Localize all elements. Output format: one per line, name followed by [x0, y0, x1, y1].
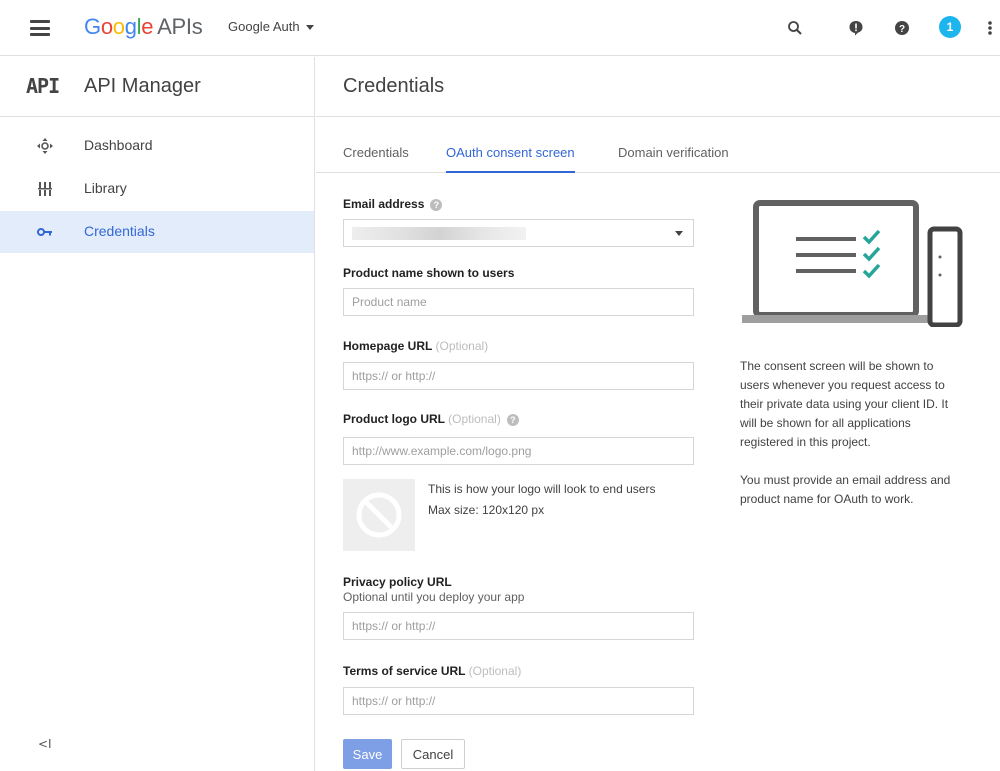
save-button[interactable]: Save	[343, 739, 392, 769]
redacted-email-value	[352, 227, 526, 240]
product-logo-url-label-text: Product logo URL	[343, 412, 445, 426]
page-title: Credentials	[343, 75, 445, 97]
google-apis-logo[interactable]: Google APIs	[84, 14, 203, 40]
feedback-icon[interactable]	[844, 14, 868, 42]
hamburger-menu-icon[interactable]	[30, 20, 50, 36]
project-selector[interactable]: Google Auth	[228, 19, 314, 34]
privacy-policy-input[interactable]: https:// or http://	[343, 612, 694, 640]
homepage-url-label: Homepage URL (Optional)	[343, 339, 488, 353]
email-label: Email address?	[343, 197, 443, 211]
caret-down-icon	[675, 231, 683, 236]
key-icon	[36, 223, 54, 241]
sidebar-item-label: Dashboard	[84, 137, 153, 153]
api-logo: API	[26, 74, 60, 98]
optional-hint: (Optional)	[435, 339, 489, 353]
homepage-url-label-text: Homepage URL	[343, 339, 433, 353]
privacy-policy-sublabel: Optional until you deploy your app	[343, 590, 525, 604]
top-bar: Google APIs Google Auth ? 1	[0, 0, 1000, 56]
logo-letter: o	[100, 14, 113, 39]
main-content: Credentials Credentials OAuth consent sc…	[316, 57, 1000, 771]
page-header: Credentials	[316, 57, 1000, 117]
tab-bar: Credentials OAuth consent screen Domain …	[316, 117, 1000, 173]
logo-letter: e	[141, 14, 154, 39]
consent-screen-illustration	[740, 197, 984, 328]
no-logo-icon	[356, 492, 402, 538]
help-icon[interactable]: ?	[430, 198, 443, 211]
terms-of-service-label-text: Terms of service URL	[343, 664, 466, 678]
sidebar-item-label: Library	[84, 180, 127, 196]
optional-hint: (Optional)	[468, 664, 522, 678]
logo-note: This is how your logo will look to end u…	[428, 479, 655, 521]
logo-note-line: This is how your logo will look to end u…	[428, 482, 656, 496]
more-vert-icon[interactable]	[984, 14, 996, 42]
tab-oauth-consent-screen[interactable]: OAuth consent screen	[446, 145, 575, 173]
dashboard-icon	[36, 137, 54, 155]
sidebar-item-credentials[interactable]: Credentials	[0, 211, 314, 253]
help-icon[interactable]: ?	[506, 413, 519, 426]
sidebar-title: API Manager	[84, 75, 201, 97]
project-name: Google Auth	[228, 19, 300, 34]
optional-hint: (Optional)	[448, 412, 501, 426]
privacy-policy-label: Privacy policy URL	[343, 575, 452, 589]
consent-info: The consent screen will be shown to user…	[740, 357, 960, 509]
logo-apis-text: APIs	[157, 14, 203, 39]
terms-of-service-input[interactable]: https:// or http://	[343, 687, 694, 715]
email-select[interactable]	[343, 219, 694, 247]
search-icon[interactable]	[783, 14, 807, 42]
homepage-url-input[interactable]: https:// or http://	[343, 362, 694, 390]
info-paragraph: You must provide an email address and pr…	[740, 473, 951, 506]
sidebar-item-label: Credentials	[84, 223, 155, 239]
collapse-sidebar-icon[interactable]: <I	[38, 737, 52, 751]
tab-domain-verification[interactable]: Domain verification	[618, 145, 729, 171]
tab-credentials[interactable]: Credentials	[343, 145, 409, 171]
product-logo-url-label: Product logo URL (Optional)?	[343, 412, 519, 426]
help-icon[interactable]: ?	[890, 14, 914, 42]
cancel-button[interactable]: Cancel	[401, 739, 465, 769]
product-name-label: Product name shown to users	[343, 266, 515, 280]
logo-letter: g	[124, 14, 137, 39]
sidebar-item-dashboard[interactable]: Dashboard	[0, 125, 314, 167]
info-paragraph: The consent screen will be shown to user…	[740, 359, 949, 449]
logo-letter: G	[84, 14, 101, 39]
logo-letter: o	[112, 14, 125, 39]
logo-preview	[343, 479, 415, 551]
sidebar-header: API API Manager	[0, 57, 314, 117]
svg-text:?: ?	[899, 24, 905, 35]
library-icon	[36, 180, 54, 198]
product-name-input[interactable]: Product name	[343, 288, 694, 316]
sidebar: API API Manager Dashboard Library Creden…	[0, 57, 315, 771]
caret-down-icon	[305, 25, 314, 31]
notifications-badge[interactable]: 1	[939, 16, 961, 38]
logo-max-size: Max size: 120x120 px	[428, 503, 545, 517]
sidebar-item-library[interactable]: Library	[0, 168, 314, 210]
product-logo-url-input[interactable]: http://www.example.com/logo.png	[343, 437, 694, 465]
terms-of-service-label: Terms of service URL (Optional)	[343, 664, 521, 678]
email-label-text: Email address	[343, 197, 425, 211]
